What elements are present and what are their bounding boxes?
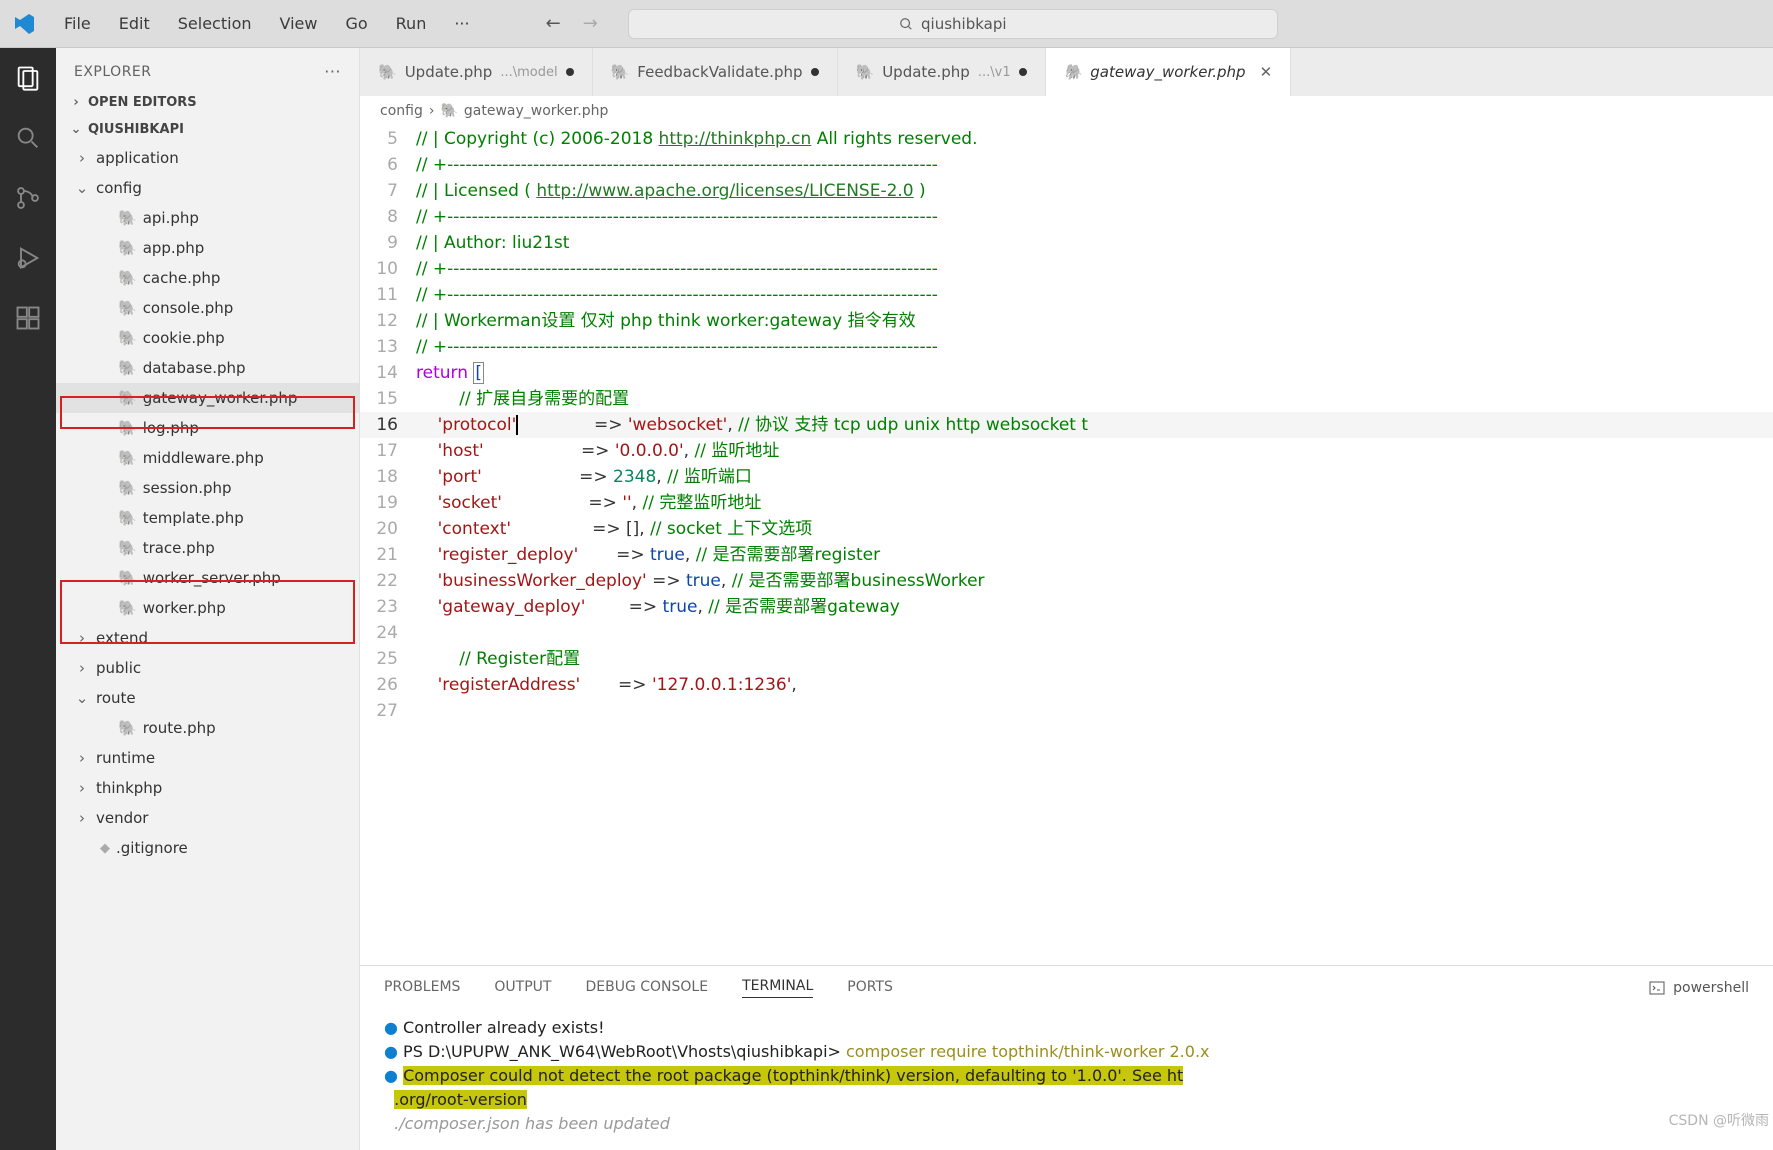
file-item[interactable]: ◆.gitignore	[56, 833, 359, 863]
tab-terminal[interactable]: TERMINAL	[742, 978, 813, 998]
file-item[interactable]: 🐘console.php	[56, 293, 359, 323]
menu-run[interactable]: Run	[382, 8, 441, 39]
nav-back-icon[interactable]: ←	[546, 13, 561, 34]
folder-item[interactable]: ›runtime	[56, 743, 359, 773]
sidebar: EXPLORER ··· ›OPEN EDITORS ⌄QIUSHIBKAPI …	[56, 48, 360, 1150]
menu-view[interactable]: View	[266, 8, 332, 39]
menu-overflow-icon[interactable]: ···	[440, 8, 483, 39]
menu-bar: File Edit Selection View Go Run ···	[0, 8, 496, 39]
folder-item[interactable]: ›extend	[56, 623, 359, 653]
file-item[interactable]: 🐘session.php	[56, 473, 359, 503]
tab-ports[interactable]: PORTS	[847, 979, 893, 998]
activity-run-icon[interactable]	[14, 244, 42, 276]
panel-tabs: PROBLEMS OUTPUT DEBUG CONSOLE TERMINAL P…	[360, 966, 1773, 1010]
tab-debug[interactable]: DEBUG CONSOLE	[585, 979, 708, 998]
menu-selection[interactable]: Selection	[164, 8, 266, 39]
nav-forward-icon[interactable]: →	[583, 13, 598, 34]
panel: PROBLEMS OUTPUT DEBUG CONSOLE TERMINAL P…	[360, 965, 1773, 1150]
file-item[interactable]: 🐘app.php	[56, 233, 359, 263]
breadcrumbs[interactable]: config› 🐘gateway_worker.php	[360, 96, 1773, 126]
file-item[interactable]: 🐘trace.php	[56, 533, 359, 563]
activity-search-icon[interactable]	[14, 124, 42, 156]
shell-name[interactable]: powershell	[1673, 980, 1749, 996]
file-item[interactable]: 🐘cookie.php	[56, 323, 359, 353]
folder-item[interactable]: ›application	[56, 143, 359, 173]
activity-bar	[0, 48, 56, 1150]
search-text: qiushibkapi	[921, 15, 1007, 33]
editor-tab[interactable]: 🐘Update.php...\model	[360, 48, 593, 96]
editor-tab[interactable]: 🐘Update.php...\v1	[838, 48, 1046, 96]
sidebar-more-icon[interactable]: ···	[324, 62, 341, 81]
project-header[interactable]: ⌄QIUSHIBKAPI	[56, 116, 359, 143]
search-icon	[899, 17, 913, 31]
terminal-icon	[1649, 980, 1665, 996]
file-item[interactable]: 🐘worker_server.php	[56, 563, 359, 593]
vscode-logo	[12, 12, 36, 36]
activity-explorer-icon[interactable]	[14, 64, 42, 96]
menu-file[interactable]: File	[50, 8, 105, 39]
command-center[interactable]: qiushibkapi	[628, 9, 1278, 39]
editor-tabs: 🐘Update.php...\model🐘FeedbackValidate.ph…	[360, 48, 1773, 96]
editor-tab[interactable]: 🐘FeedbackValidate.php	[593, 48, 838, 96]
file-item[interactable]: 🐘template.php	[56, 503, 359, 533]
file-item[interactable]: 🐘database.php	[56, 353, 359, 383]
activity-extensions-icon[interactable]	[14, 304, 42, 336]
title-bar: File Edit Selection View Go Run ··· ← → …	[0, 0, 1773, 48]
folder-item[interactable]: ⌄config	[56, 173, 359, 203]
watermark: CSDN @听微雨	[1669, 1110, 1769, 1130]
code-editor[interactable]: 5// | Copyright (c) 2006-2018 http://thi…	[360, 126, 1773, 965]
folder-item[interactable]: ⌄route	[56, 683, 359, 713]
folder-item[interactable]: ›thinkphp	[56, 773, 359, 803]
file-item[interactable]: 🐘log.php	[56, 413, 359, 443]
file-item[interactable]: 🐘gateway_worker.php	[56, 383, 359, 413]
file-item[interactable]: 🐘worker.php	[56, 593, 359, 623]
open-editors-header[interactable]: ›OPEN EDITORS	[56, 89, 359, 116]
tab-output[interactable]: OUTPUT	[494, 979, 551, 998]
activity-scm-icon[interactable]	[14, 184, 42, 216]
folder-item[interactable]: ›vendor	[56, 803, 359, 833]
editor-tab[interactable]: 🐘gateway_worker.php✕	[1046, 48, 1292, 96]
tab-problems[interactable]: PROBLEMS	[384, 979, 460, 998]
file-item[interactable]: 🐘route.php	[56, 713, 359, 743]
terminal-content[interactable]: ● Controller already exists!● PS D:\UPUP…	[360, 1010, 1773, 1150]
file-item[interactable]: 🐘api.php	[56, 203, 359, 233]
folder-item[interactable]: ›public	[56, 653, 359, 683]
file-item[interactable]: 🐘middleware.php	[56, 443, 359, 473]
menu-go[interactable]: Go	[331, 8, 381, 39]
sidebar-title: EXPLORER ···	[56, 48, 359, 89]
menu-edit[interactable]: Edit	[105, 8, 164, 39]
file-item[interactable]: 🐘cache.php	[56, 263, 359, 293]
editor-area: 🐘Update.php...\model🐘FeedbackValidate.ph…	[360, 48, 1773, 1150]
